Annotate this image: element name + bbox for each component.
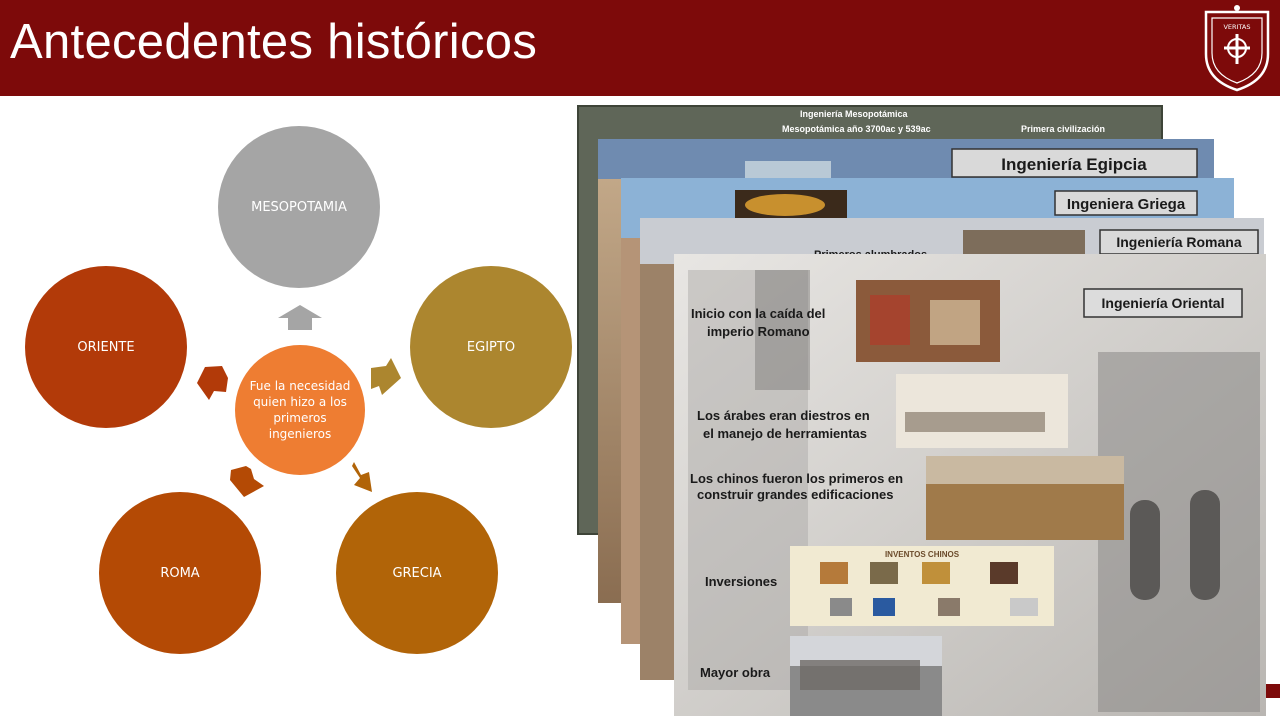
bottom-accent-bar <box>1266 684 1280 698</box>
svg-text:construir grandes edificacione: construir grandes edificaciones <box>697 487 894 502</box>
svg-text:Ingeniería Mesopotámica: Ingeniería Mesopotámica <box>800 109 909 119</box>
svg-text:Ingeniera Griega: Ingeniera Griega <box>1067 196 1186 213</box>
slide-oriental: Ingeniería Oriental Inicio con la caída … <box>674 254 1266 716</box>
svg-text:Ingeniería Egipcia: Ingeniería Egipcia <box>1001 155 1147 174</box>
svg-text:INVENTOS CHINOS: INVENTOS CHINOS <box>885 550 960 559</box>
slides-collage: Ingeniería Mesopotámica Mesopotámica año… <box>577 105 1266 716</box>
svg-text:Ingeniería Oriental: Ingeniería Oriental <box>1102 295 1225 311</box>
svg-text:Los árabes eran diestros en: Los árabes eran diestros en <box>697 408 870 423</box>
svg-text:Inicio con la caída del: Inicio con la caída del <box>691 306 825 321</box>
svg-text:Primera civilización: Primera civilización <box>1021 124 1105 134</box>
svg-text:Ingeniería Romana: Ingeniería Romana <box>1116 234 1241 250</box>
svg-text:Mesopotámica año 3700ac y 539a: Mesopotámica año 3700ac y 539ac <box>782 124 931 134</box>
svg-text:Mayor obra: Mayor obra <box>700 665 771 680</box>
svg-text:Los chinos fueron los primeros: Los chinos fueron los primeros en <box>690 471 903 486</box>
svg-text:el manejo de herramientas: el manejo de herramientas <box>703 426 867 441</box>
svg-text:Inversiones: Inversiones <box>705 574 777 589</box>
svg-text:imperio Romano: imperio Romano <box>707 324 810 339</box>
